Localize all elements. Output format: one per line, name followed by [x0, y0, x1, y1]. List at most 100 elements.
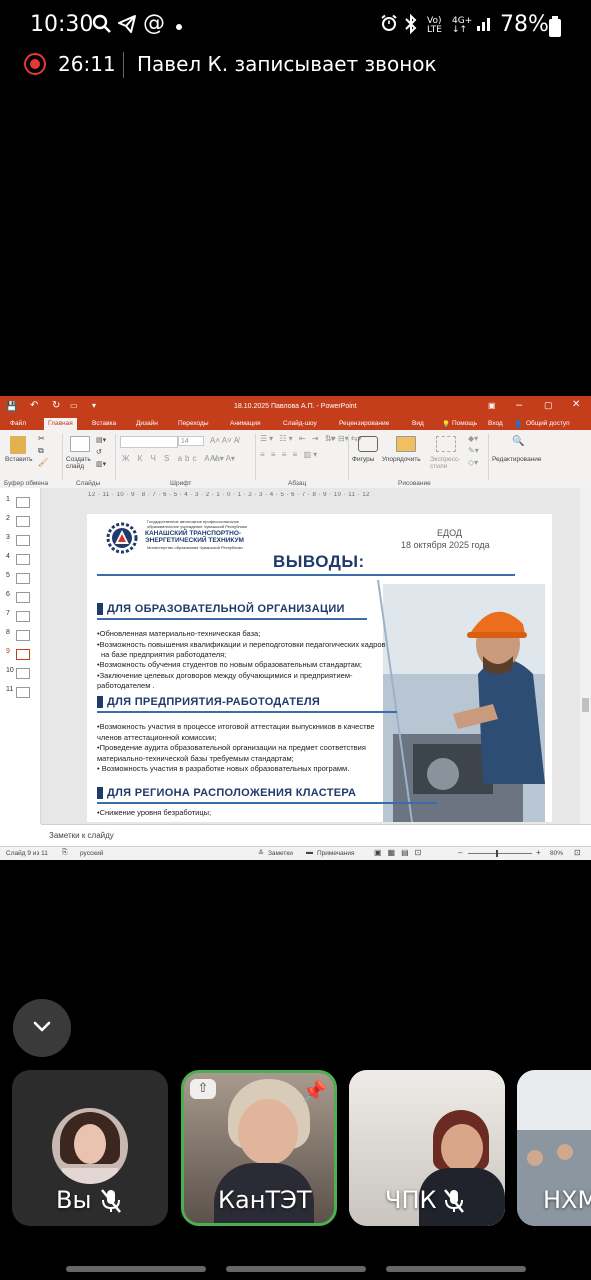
zoom-level[interactable]: 80% — [550, 850, 563, 857]
search-icon[interactable]: 🔍 — [512, 436, 524, 447]
share-button[interactable]: Общий доступ — [526, 420, 570, 427]
upload-icon[interactable]: ⇧ — [190, 1079, 216, 1099]
divider — [123, 52, 124, 78]
slide[interactable]: Государственное автономное профессиональ… — [87, 514, 552, 822]
ppt-title-bar: 💾 ↶ ↻ ▭ ▾ 18.10.2025 Павлова А.П. - Powe… — [0, 396, 591, 418]
group-drawing: Рисование — [398, 480, 431, 487]
font-grow-shrink-icons[interactable]: A˄ A˅ A̸ — [210, 436, 239, 445]
thumb-number[interactable]: 8 — [6, 629, 10, 636]
section-heading-1: ДЛЯ ОБРАЗОВАТЕЛЬНОЙ ОРГАНИЗАЦИИ — [107, 603, 345, 615]
effects-icon[interactable]: ◇▾ — [468, 458, 478, 467]
close-icon[interactable]: ✕ — [572, 399, 580, 410]
zoom-out-icon[interactable]: – — [458, 848, 462, 857]
thumb-number-active[interactable]: 9 — [6, 648, 10, 655]
vertical-scrollbar[interactable] — [580, 488, 591, 824]
chevron-down-icon — [33, 1021, 51, 1032]
thumb-number[interactable]: 11 — [6, 686, 13, 693]
section-icon[interactable]: ▥▾ — [96, 460, 106, 468]
collapse-button[interactable] — [13, 999, 71, 1057]
group-slides: Слайды — [76, 480, 101, 487]
thumb-number[interactable]: 5 — [6, 572, 10, 579]
tab-insert[interactable]: Вставка — [92, 420, 116, 427]
tab-animation[interactable]: Анимация — [230, 420, 261, 427]
ruler: 12 · 11 · 10 · 9 · 8 · 7 · 6 · 5 · 4 · 3… — [88, 492, 371, 498]
font-style-icons[interactable]: Ж К Ч S abc AV — [122, 454, 220, 463]
cut-icon[interactable]: ✂ — [38, 434, 45, 443]
spellcheck-icon[interactable]: ⎘ — [62, 849, 68, 857]
font-color-icon[interactable]: Aa▾ A▾ — [210, 454, 235, 463]
college-logo — [106, 522, 138, 554]
thumb-number[interactable]: 4 — [6, 553, 10, 560]
zoom-in-icon[interactable]: + — [536, 848, 541, 857]
thumb-number[interactable]: 3 — [6, 534, 10, 541]
text-direction-icon[interactable]: ⇅▾ ⊟▾ ⇆▾ — [325, 434, 362, 443]
volte-icon: Vo) LTE — [427, 16, 442, 35]
tab-transitions[interactable]: Переходы — [178, 420, 209, 427]
comments-icon[interactable]: ▬ — [306, 849, 313, 856]
fit-slide-icon[interactable]: ⊡ — [574, 848, 581, 857]
tab-help[interactable]: Помощь — [452, 420, 477, 427]
minimize-icon[interactable]: – — [516, 399, 522, 411]
ribbon-display-icon[interactable]: ▣ — [488, 401, 496, 410]
slideshow-start-icon[interactable]: ▭ — [70, 401, 78, 410]
paste-icon[interactable] — [10, 436, 26, 454]
scroll-thumb[interactable] — [582, 698, 589, 712]
pin-icon[interactable]: 📌 — [302, 1079, 327, 1103]
ppt-status-bar: Слайд 9 из 11 ⎘ русский ≙ Заметки ▬ Прим… — [0, 846, 591, 860]
notes-placeholder[interactable]: Заметки к слайду — [49, 831, 114, 840]
shapes-icon[interactable] — [358, 436, 378, 452]
thumb-number[interactable]: 10 — [6, 667, 14, 674]
thumb-number[interactable]: 7 — [6, 610, 10, 617]
editing-label[interactable]: Редактирование — [492, 456, 542, 463]
comments-toggle[interactable]: Примечания — [317, 850, 355, 857]
user-icon: 👤 — [514, 421, 523, 428]
undo-icon[interactable]: ↶ — [30, 400, 38, 411]
participant-tile[interactable]: ЧПК — [349, 1070, 505, 1226]
reset-icon[interactable]: ↺ — [96, 448, 102, 456]
section-heading-3: ДЛЯ РЕГИОНА РАСПОЛОЖЕНИЯ КЛАСТЕРА — [107, 787, 357, 799]
notes-pane[interactable]: Заметки к слайду — [41, 824, 591, 847]
new-slide-label[interactable]: Создать слайд — [66, 456, 96, 470]
notes-toggle[interactable]: Заметки — [268, 850, 293, 857]
copy-icon[interactable]: ⧉ — [38, 446, 44, 456]
participant-tile[interactable]: НХМ — [517, 1070, 591, 1226]
tab-design[interactable]: Дизайн — [136, 420, 158, 427]
tab-home[interactable]: Главная — [44, 418, 77, 430]
redo-icon[interactable]: ↻ — [52, 400, 60, 411]
zoom-slider[interactable] — [468, 853, 532, 854]
thumb-number[interactable]: 2 — [6, 515, 10, 522]
maximize-icon[interactable]: ▢ — [544, 400, 553, 411]
arrange-label[interactable]: Упорядочить — [382, 456, 421, 463]
language-label[interactable]: русский — [80, 850, 103, 857]
shared-screen: 💾 ↶ ↻ ▭ ▾ 18.10.2025 Павлова А.П. - Powe… — [0, 396, 591, 860]
sign-in-link[interactable]: Вход — [488, 420, 503, 427]
participant-tile-self[interactable]: Вы — [12, 1070, 168, 1226]
s1-item: •Заключение целевых договоров между обуч… — [97, 671, 353, 680]
group-font: Шрифт — [170, 480, 192, 487]
quick-styles-icon[interactable] — [436, 436, 456, 452]
tab-file[interactable]: Файл — [10, 420, 26, 427]
tab-slideshow[interactable]: Слайд-шоу — [283, 420, 317, 427]
layout-icon[interactable]: ▤▾ — [96, 436, 106, 444]
save-icon[interactable]: 💾 — [6, 401, 17, 412]
thumb-number[interactable]: 6 — [6, 591, 10, 598]
new-slide-icon[interactable] — [70, 436, 90, 452]
zoom-slider-thumb[interactable] — [496, 850, 498, 857]
quick-styles-label[interactable]: Экспресс-стили — [430, 456, 464, 470]
view-icons[interactable]: ▣▦▤⊡ — [374, 848, 427, 857]
customize-toolbar-icon[interactable]: ▾ — [92, 401, 96, 410]
font-family-select[interactable] — [120, 436, 178, 448]
participant-tile-active[interactable]: ⇧ 📌 КанТЭТ — [181, 1070, 337, 1226]
tab-review[interactable]: Рецензирование — [339, 420, 389, 427]
notes-icon[interactable]: ≙ — [258, 849, 264, 857]
thumb-number[interactable]: 1 — [6, 496, 10, 503]
font-size-select[interactable]: 14 — [178, 436, 204, 446]
align-icons[interactable]: ≡ ≡ ≡ ≡ ▥▾ — [260, 450, 319, 459]
paste-label[interactable]: Вставить — [5, 456, 33, 463]
fill-icon[interactable]: ◆▾ — [468, 434, 478, 443]
outline-icon[interactable]: ✎▾ — [468, 446, 479, 455]
tab-view[interactable]: Вид — [412, 420, 424, 427]
arrange-icon[interactable] — [396, 436, 416, 452]
shapes-label[interactable]: Фигуры — [352, 456, 374, 463]
format-painter-icon[interactable]: 🖌 — [38, 458, 48, 467]
